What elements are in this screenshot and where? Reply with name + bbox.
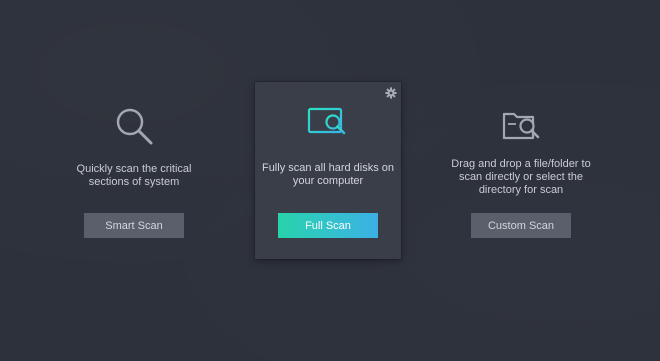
smart-scan-panel: Quickly scan the critical sections of sy… — [34, 0, 234, 361]
custom-scan-button[interactable]: Custom Scan — [471, 213, 571, 238]
magnifier-icon — [112, 104, 156, 148]
full-scan-button[interactable]: Full Scan — [278, 213, 378, 238]
custom-scan-panel: Drag and drop a file/folder to scan dire… — [421, 0, 621, 361]
monitor-search-icon — [306, 104, 350, 148]
custom-scan-description: Drag and drop a file/folder to scan dire… — [451, 158, 591, 196]
gear-icon[interactable] — [385, 86, 397, 99]
smart-scan-description: Quickly scan the critical sections of sy… — [76, 163, 192, 188]
folder-search-icon — [499, 104, 543, 148]
smart-scan-button[interactable]: Smart Scan — [84, 213, 184, 238]
full-scan-panel: Fully scan all hard disks on your comput… — [255, 82, 401, 259]
full-scan-description: Fully scan all hard disks on your comput… — [261, 162, 395, 187]
